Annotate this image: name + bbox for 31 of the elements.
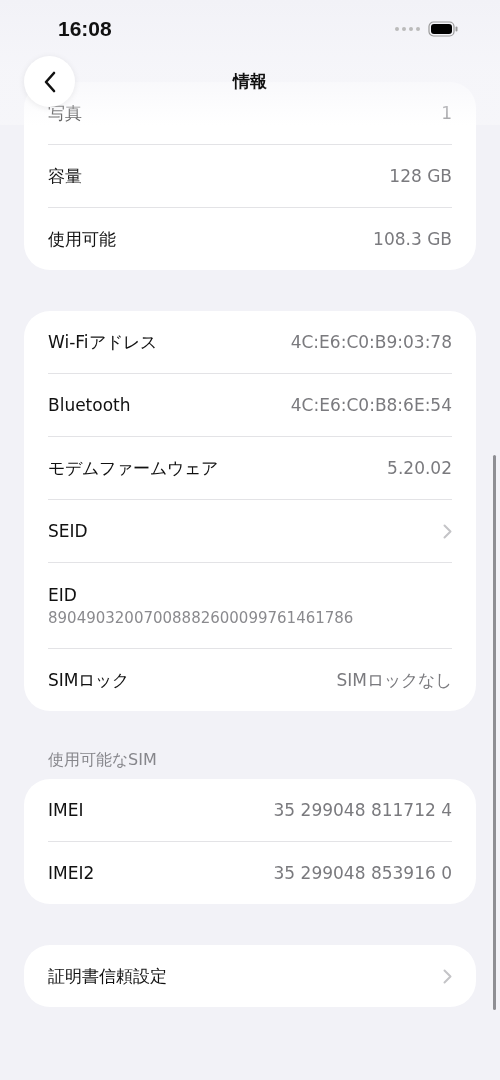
row-label: IMEI xyxy=(48,800,84,820)
row-label: Bluetooth xyxy=(48,395,131,415)
row-value: 35 299048 853916 0 xyxy=(273,863,452,883)
row-label: SIMロック xyxy=(48,668,130,692)
status-time: 16:08 xyxy=(58,17,113,41)
row-value: 5.20.02 xyxy=(387,458,452,478)
row-value: 1 xyxy=(441,103,452,123)
row-value: SIMロックなし xyxy=(336,668,452,692)
row-value: 4C:E6:C0:B9:03:78 xyxy=(290,332,452,352)
row-value: 128 GB xyxy=(389,166,452,186)
battery-icon xyxy=(428,21,458,37)
row-label: IMEI2 xyxy=(48,863,95,883)
nav-title: 情報 xyxy=(233,69,267,93)
row-label: EID xyxy=(48,584,77,605)
section-header: 使用可能なSIM xyxy=(47,750,158,771)
row-value: 108.3 GB xyxy=(373,229,452,249)
row-value: 35 299048 811712 4 xyxy=(273,800,452,820)
back-icon xyxy=(42,70,57,93)
row-label: 使用可能 xyxy=(48,227,116,251)
row-value: 89049032007008882600099761461786 xyxy=(48,608,354,627)
back-button[interactable] xyxy=(24,56,75,107)
row-label[interactable]: SEID xyxy=(48,521,88,541)
signal-dots-icon xyxy=(394,26,420,32)
row-label: 写真 xyxy=(48,101,82,125)
row-label: モデムファームウェア xyxy=(48,456,218,480)
row-label: 容量 xyxy=(48,164,82,188)
row-label: Wi-Fiアドレス xyxy=(48,330,157,354)
row-label[interactable]: 証明書信頼設定 xyxy=(48,964,167,988)
chevron-icon xyxy=(443,523,452,539)
row-value: 4C:E6:C0:B8:6E:54 xyxy=(290,395,452,415)
chevron-icon xyxy=(443,968,452,984)
